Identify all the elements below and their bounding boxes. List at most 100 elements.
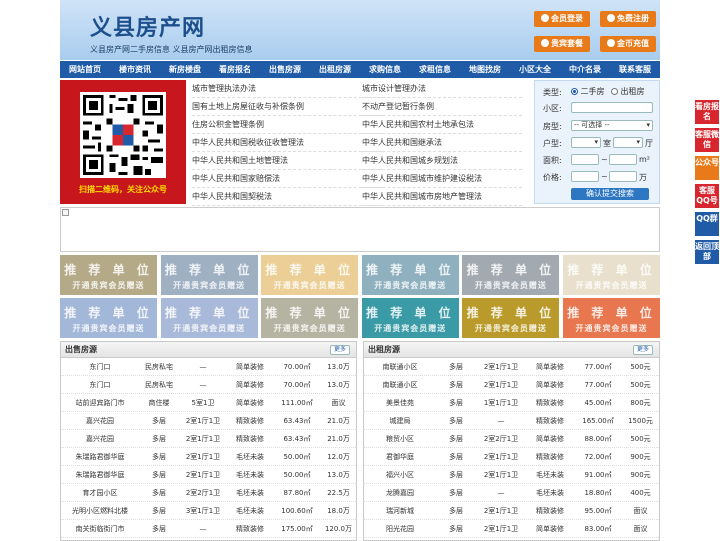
- listing-cell[interactable]: 君御华庭: [364, 448, 436, 465]
- law-link[interactable]: 住房公积金管理条例: [192, 116, 382, 134]
- listing-cell[interactable]: 粮贸小区: [364, 430, 436, 447]
- listing-cell[interactable]: 朱瑞路君御华庭: [61, 466, 139, 483]
- listing-cell[interactable]: 光明小区燃料北楼: [61, 502, 139, 519]
- recommend-unit-tile[interactable]: 推 荐 单 位开通贵宾会员赠送: [462, 298, 560, 338]
- vip-package-button[interactable]: 贵宾套餐: [534, 36, 590, 52]
- area-max-input[interactable]: [609, 154, 637, 165]
- nav-news[interactable]: 楼市资讯: [110, 61, 160, 78]
- side-float-button[interactable]: 看房报名: [695, 100, 719, 124]
- law-link[interactable]: 国有土地上房屋征收与补偿条例: [192, 98, 382, 116]
- listing-cell[interactable]: 嘉兴花园: [61, 412, 139, 429]
- law-link[interactable]: 中华人民共和国契税法: [192, 188, 382, 206]
- listing-cell[interactable]: 朱瑞路君御华庭: [61, 448, 139, 465]
- law-link[interactable]: 中华人民共和国税收征收管理法: [192, 134, 382, 152]
- listing-cell[interactable]: 龙腾嘉园: [364, 484, 436, 501]
- listing-row[interactable]: 福兴小区 多层 2室1厅1卫 毛坯未装 91.00㎡ 900元: [364, 466, 659, 484]
- nav-communities[interactable]: 小区大全: [510, 61, 560, 78]
- rent-more-link[interactable]: 更多: [632, 345, 653, 355]
- listing-cell[interactable]: 育才园小区: [61, 484, 139, 501]
- law-link[interactable]: 中华人民共和国继承法: [362, 134, 522, 152]
- site-logo[interactable]: 义县房产网: [90, 10, 205, 42]
- listing-cell[interactable]: 站前迎宾路门市: [61, 394, 139, 411]
- listing-row[interactable]: 南联通小区 多层 2室1厅1卫 简单装修 77.00㎡ 500元: [364, 358, 659, 376]
- type-radio-rental[interactable]: 出租房: [611, 86, 645, 97]
- recommend-unit-tile[interactable]: 推 荐 单 位开通贵宾会员赠送: [361, 298, 459, 338]
- listing-cell[interactable]: 阳光花园: [364, 520, 436, 537]
- nav-agencies[interactable]: 中介名录: [560, 61, 610, 78]
- recommend-unit-tile[interactable]: 推 荐 单 位开通贵宾会员赠送: [261, 255, 359, 295]
- nav-new-homes[interactable]: 新房楼盘: [160, 61, 210, 78]
- listing-row[interactable]: 南关街临街门市 多层 — 精致装修 175.00㎡ 120.0万: [61, 520, 356, 538]
- listing-row[interactable]: 阳光花园 多层 2室1厅1卫 简单装修 83.00㎡ 面议: [364, 520, 659, 538]
- listing-cell[interactable]: 城建局: [364, 412, 436, 429]
- listing-row[interactable]: 君御华庭 多层 2室1厅1卫 精致装修 72.00㎡ 900元: [364, 448, 659, 466]
- recommend-unit-tile[interactable]: 推 荐 单 位开通贵宾会员赠送: [563, 298, 660, 338]
- law-link[interactable]: 城市设计管理办法: [362, 80, 522, 98]
- listing-cell[interactable]: 美景佳苑: [364, 394, 436, 411]
- community-input[interactable]: [571, 102, 653, 113]
- recommend-unit-tile[interactable]: 推 荐 单 位开通贵宾会员赠送: [261, 298, 359, 338]
- listing-cell[interactable]: 嘉兴花园: [61, 430, 139, 447]
- nav-contact[interactable]: 联系客服: [610, 61, 660, 78]
- listing-cell[interactable]: 南联通小区: [364, 376, 436, 393]
- law-link[interactable]: 中华人民共和国农村土地承包法: [362, 116, 522, 134]
- listing-cell[interactable]: 福兴小区: [364, 466, 436, 483]
- side-float-button[interactable]: 公众号: [695, 156, 719, 180]
- law-link[interactable]: 中华人民共和国城乡规划法: [362, 152, 522, 170]
- law-link[interactable]: 中华人民共和国家赔偿法: [192, 170, 382, 188]
- listing-cell[interactable]: 瑞河新城: [364, 502, 436, 519]
- recommend-unit-tile[interactable]: 推 荐 单 位开通贵宾会员赠送: [160, 255, 258, 295]
- law-link[interactable]: 城市管理执法办法: [192, 80, 382, 98]
- nav-for-rent[interactable]: 出租房源: [310, 61, 360, 78]
- listing-cell[interactable]: 东门口: [61, 376, 139, 393]
- listing-row[interactable]: 东门口 民房私宅 — 简单装修 70.00㎡ 13.0万: [61, 376, 356, 394]
- listing-cell[interactable]: 南联通小区: [364, 358, 436, 375]
- layout-select[interactable]: -- 可选择 -- ▾: [571, 120, 653, 131]
- recharge-button[interactable]: 金币充值: [600, 36, 656, 52]
- listing-row[interactable]: 朱瑞路君御华庭 多层 2室1厅1卫 毛坯未装 50.00㎡ 12.0万: [61, 448, 356, 466]
- law-link[interactable]: 中华人民共和国城市房地产管理法: [362, 188, 522, 206]
- listing-row[interactable]: 美景佳苑 多层 1室1厅1卫 精致装修 45.00㎡ 800元: [364, 394, 659, 412]
- recommend-unit-tile[interactable]: 推 荐 单 位开通贵宾会员赠送: [462, 255, 560, 295]
- nav-home[interactable]: 网站首页: [60, 61, 110, 78]
- ad-banner[interactable]: [60, 207, 660, 252]
- nav-want-rent[interactable]: 求租信息: [410, 61, 460, 78]
- recommend-unit-tile[interactable]: 推 荐 单 位开通贵宾会员赠送: [563, 255, 660, 295]
- listing-row[interactable]: 嘉兴花园 多层 2室1厅1卫 精致装修 63.43㎡ 21.0万: [61, 430, 356, 448]
- listing-row[interactable]: 光明小区燃料北楼 多层 3室1厅1卫 毛坯未装 100.60㎡ 18.0万: [61, 502, 356, 520]
- listing-row[interactable]: 育才园小区 多层 2室2厅1卫 毛坯未装 87.80㎡ 22.5万: [61, 484, 356, 502]
- login-button[interactable]: 会员登录: [534, 11, 590, 27]
- type-radio-secondhand[interactable]: 二手房: [571, 86, 605, 97]
- law-link[interactable]: 不动产登记暂行条例: [362, 98, 522, 116]
- listing-row[interactable]: 嘉兴花园 多层 2室1厅1卫 精致装修 63.43㎡ 21.0万: [61, 412, 356, 430]
- recommend-unit-tile[interactable]: 推 荐 单 位开通贵宾会员赠送: [60, 298, 157, 338]
- side-float-button[interactable]: 客服QQ号: [695, 184, 719, 208]
- search-submit-button[interactable]: 确认提交搜索: [571, 188, 649, 200]
- listing-row[interactable]: 朱瑞路君御华庭 多层 2室1厅1卫 毛坯未装 50.00㎡ 13.0万: [61, 466, 356, 484]
- sale-more-link[interactable]: 更多: [329, 345, 350, 355]
- nav-map-search[interactable]: 地图找房: [460, 61, 510, 78]
- room-select[interactable]: ▾: [571, 137, 601, 148]
- nav-viewing-signup[interactable]: 看房报名: [210, 61, 260, 78]
- listing-row[interactable]: 瑞河新城 多层 2室1厅1卫 精致装修 95.00㎡ 面议: [364, 502, 659, 520]
- hall-select[interactable]: ▾: [613, 137, 643, 148]
- listing-row[interactable]: 城建局 多层 — 精致装修 165.00㎡ 1500元: [364, 412, 659, 430]
- side-float-button[interactable]: 客服微信: [695, 128, 719, 152]
- side-float-button[interactable]: 返回顶部: [695, 240, 719, 264]
- recommend-unit-tile[interactable]: 推 荐 单 位开通贵宾会员赠送: [361, 255, 459, 295]
- law-link[interactable]: 中华人民共和国土地管理法: [192, 152, 382, 170]
- register-button[interactable]: 免费注册: [600, 11, 656, 27]
- area-min-input[interactable]: [571, 154, 599, 165]
- listing-row[interactable]: 南联通小区 多层 2室1厅1卫 简单装修 77.00㎡ 500元: [364, 376, 659, 394]
- side-float-button[interactable]: QQ群: [695, 212, 719, 236]
- listing-row[interactable]: 站前迎宾路门市 商住楼 5室1卫 简单装修 111.00㎡ 面议: [61, 394, 356, 412]
- law-link[interactable]: 中华人民共和国城市维护建设税法: [362, 170, 522, 188]
- listing-cell[interactable]: 南关街临街门市: [61, 520, 139, 537]
- listing-row[interactable]: 粮贸小区 多层 2室2厅1卫 简单装修 88.00㎡ 500元: [364, 430, 659, 448]
- recommend-unit-tile[interactable]: 推 荐 单 位开通贵宾会员赠送: [160, 298, 258, 338]
- listing-row[interactable]: 龙腾嘉园 多层 — 毛坯未装 18.80㎡ 400元: [364, 484, 659, 502]
- price-min-input[interactable]: [571, 171, 599, 182]
- price-max-input[interactable]: [609, 171, 637, 182]
- nav-want-buy[interactable]: 求购信息: [360, 61, 410, 78]
- recommend-unit-tile[interactable]: 推 荐 单 位开通贵宾会员赠送: [60, 255, 157, 295]
